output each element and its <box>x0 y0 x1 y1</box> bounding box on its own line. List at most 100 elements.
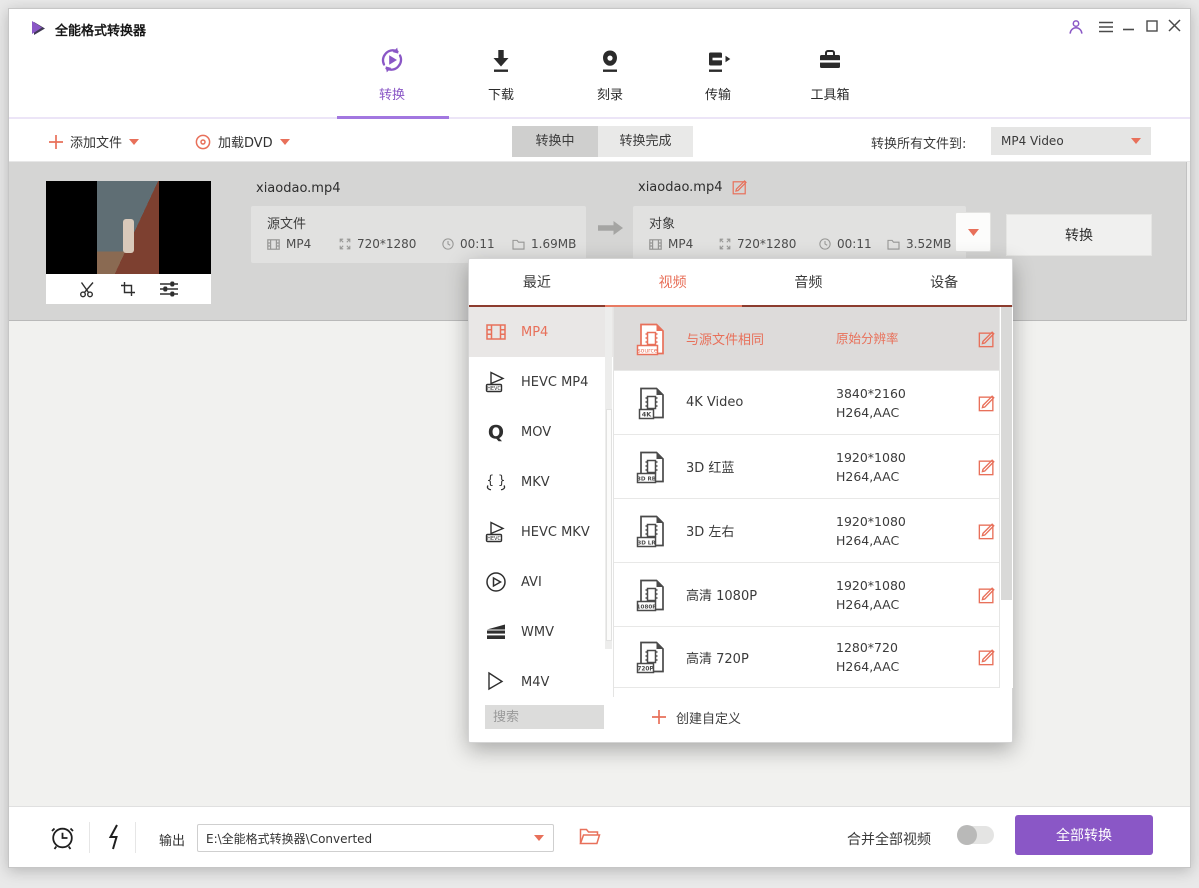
toolbar: 添加文件 加载DVD 转换中 转换完成 转换所有文件到: MP4 Video <box>9 121 1190 162</box>
create-custom-button[interactable]: 创建自定义 <box>652 705 741 729</box>
burn-disc-icon <box>596 47 624 75</box>
source-info-box: 源文件 MP4 720*1280 <box>251 206 586 263</box>
edit-preset-icon[interactable] <box>978 648 996 666</box>
open-folder-icon[interactable] <box>579 827 601 845</box>
format-item-wmv[interactable]: WMV <box>469 607 614 657</box>
output-format-select[interactable]: MP4 Video <box>991 127 1151 155</box>
mkv-braces-icon: { } <box>483 470 509 494</box>
merge-videos-toggle[interactable] <box>957 826 994 844</box>
clip-toolbar <box>46 274 211 304</box>
format-item-hevc-mkv[interactable]: HEVC HEVC MKV <box>469 507 614 557</box>
rename-edit-icon[interactable] <box>732 179 748 195</box>
720p-preset-icon: 720P <box>634 639 670 675</box>
add-file-button[interactable]: 添加文件 <box>49 132 139 151</box>
dvd-disc-icon <box>195 134 211 150</box>
effects-sliders-icon[interactable] <box>160 281 178 297</box>
panel-tab-audio[interactable]: 音频 <box>741 259 877 305</box>
schedule-timer-icon[interactable] <box>49 823 76 851</box>
edit-preset-icon[interactable] <box>978 458 996 476</box>
tab-toolbox[interactable]: 工具箱 <box>795 47 865 103</box>
crop-icon[interactable] <box>120 281 136 297</box>
format-item-mp4[interactable]: MP4 <box>469 307 614 357</box>
convert-all-button[interactable]: 全部转换 <box>1015 815 1153 855</box>
preset-4k-video[interactable]: 4K 4K Video 3840*2160 H264,AAC <box>614 371 1013 435</box>
convert-all-to-label: 转换所有文件到: <box>871 133 966 152</box>
search-input[interactable] <box>485 705 604 729</box>
target-file-name: xiaodao.mp4 <box>638 180 723 195</box>
preset-hd-720p[interactable]: 720P 高清 720P 1280*720 H264,AAC <box>614 627 1013 688</box>
target-info-title: 对象 <box>649 213 675 232</box>
tab-burn[interactable]: 刻录 <box>575 47 645 103</box>
preset-same-as-source[interactable]: source 与源文件相同 原始分辨率 <box>614 307 1013 371</box>
close-icon[interactable] <box>1168 19 1181 32</box>
menu-icon[interactable] <box>1099 21 1113 33</box>
format-item-hevc-mp4[interactable]: HEVC HEVC MP4 <box>469 357 614 407</box>
format-item-mkv[interactable]: { } MKV <box>469 457 614 507</box>
output-path-field[interactable] <box>197 824 554 852</box>
tab-convert-label: 转换 <box>357 84 427 103</box>
edit-preset-icon[interactable] <box>978 586 996 604</box>
load-dvd-label: 加载DVD <box>218 132 273 151</box>
trim-scissors-icon[interactable] <box>79 281 96 298</box>
output-label: 输出 <box>159 830 185 849</box>
preset-name: 高清 720P <box>686 648 836 667</box>
tab-converted[interactable]: 转换完成 <box>598 126 693 157</box>
svg-text:source: source <box>638 347 658 354</box>
load-dvd-button[interactable]: 加载DVD <box>195 132 290 151</box>
output-path-input[interactable] <box>198 831 534 845</box>
footer-divider <box>89 822 90 853</box>
target-info-box: 对象 MP4 720*1280 <box>633 206 966 263</box>
panel-tab-recent[interactable]: 最近 <box>469 259 605 305</box>
edit-preset-icon[interactable] <box>978 330 996 348</box>
maximize-icon[interactable] <box>1146 20 1158 32</box>
convert-row-button[interactable]: 转换 <box>1006 214 1152 256</box>
hardware-acceleration-bolt-icon[interactable] <box>105 824 123 850</box>
hevc-icon: HEVC <box>483 520 509 544</box>
folder-icon <box>887 239 900 250</box>
preset-detail: 原始分辨率 <box>836 329 966 348</box>
tab-transfer[interactable]: 传输 <box>683 47 753 103</box>
target-format-dropdown-button[interactable] <box>955 212 991 252</box>
convert-icon <box>377 45 407 75</box>
quicktime-q-icon: Q <box>483 420 509 444</box>
target-resolution: 720*1280 <box>719 237 819 251</box>
footer-divider <box>135 822 136 853</box>
film-icon <box>649 239 662 250</box>
preset-name: 3D 左右 <box>686 521 836 540</box>
tab-converting[interactable]: 转换中 <box>512 126 598 157</box>
source-duration: 00:11 <box>442 237 512 251</box>
preset-3d-red-blue[interactable]: 3D RB 3D 红蓝 1920*1080 H264,AAC <box>614 435 1013 499</box>
avi-play-circle-icon <box>483 570 509 594</box>
video-thumbnail[interactable] <box>46 181 211 274</box>
panel-tab-video[interactable]: 视频 <box>605 259 741 305</box>
format-item-m4v[interactable]: M4V <box>469 657 614 697</box>
preset-3d-left-right[interactable]: 3D LR 3D 左右 1920*1080 H264,AAC <box>614 499 1013 563</box>
target-duration: 00:11 <box>819 237 887 251</box>
source-format: MP4 <box>267 237 339 251</box>
preset-hd-1080p[interactable]: 1080P 高清 1080P 1920*1080 H264,AAC <box>614 563 1013 627</box>
preset-specs: 3840*2160 H264,AAC <box>836 384 966 422</box>
minimize-icon[interactable] <box>1123 28 1134 31</box>
clock-icon <box>819 238 831 250</box>
svg-text:1080P: 1080P <box>637 604 657 610</box>
source-preset-icon: source <box>634 321 670 357</box>
chevron-down-icon <box>968 229 979 236</box>
list-scrollbar[interactable] <box>1186 162 1190 321</box>
user-account-icon[interactable] <box>1068 19 1084 35</box>
1080p-preset-icon: 1080P <box>634 577 670 613</box>
source-file-name: xiaodao.mp4 <box>256 181 341 196</box>
format-item-mov[interactable]: Q MOV <box>469 407 614 457</box>
active-tab-underline <box>337 116 449 119</box>
tab-download[interactable]: 下载 <box>466 47 536 103</box>
format-item-avi[interactable]: AVI <box>469 557 614 607</box>
3d-rb-preset-icon: 3D RB <box>634 449 670 485</box>
target-format: MP4 <box>649 237 719 251</box>
edit-preset-icon[interactable] <box>978 394 996 412</box>
preset-specs: 1920*1080 H264,AAC <box>836 576 966 614</box>
format-list-scrollbar-thumb[interactable] <box>606 409 612 641</box>
svg-text:HEVC: HEVC <box>487 536 501 542</box>
edit-preset-icon[interactable] <box>978 522 996 540</box>
preset-scrollbar-thumb[interactable] <box>1001 307 1012 600</box>
tab-convert[interactable]: 转换 <box>357 45 427 103</box>
panel-tab-device[interactable]: 设备 <box>876 259 1012 305</box>
